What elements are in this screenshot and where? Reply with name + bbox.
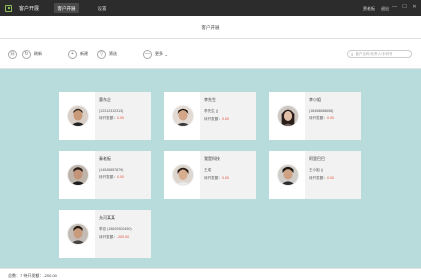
customer-photo <box>277 164 299 186</box>
customer-contact: 李总 (18629302450) <box>99 227 132 231</box>
customer-contact: 李先生 () <box>204 109 219 113</box>
amount-label: 待开发额： <box>99 235 117 239</box>
customer-amount: 待开发额：0.00 <box>309 116 357 121</box>
amount-label: 待开发额： <box>204 176 222 180</box>
plus-icon: + <box>68 49 77 59</box>
refresh-label: 刷新 <box>34 51 42 56</box>
app-logo-icon <box>5 4 12 12</box>
search-icon: ⌕ <box>351 51 354 57</box>
customer-contact: (18458658658) <box>309 109 334 113</box>
amount-value: 0.00 <box>116 116 124 120</box>
more-button[interactable]: — 更多 ⌄ <box>143 49 168 59</box>
customer-amount: 待开发额：0.00 <box>309 176 357 181</box>
app-title: 客户开展 <box>19 6 40 12</box>
customer-amount: 待开发额：-200.00 <box>99 235 147 240</box>
close-icon[interactable]: ✕ <box>410 3 419 12</box>
customer-info: 允河某某 李总 (18629302450) 待开发额：-200.00 <box>95 210 151 258</box>
customer-info: 我是科技 王成 待开发额：0.00 <box>200 151 256 199</box>
customer-contact: 王成 <box>204 168 212 172</box>
user-name[interactable]: 贾老板 <box>363 6 375 12</box>
tab-settings[interactable]: 设置 <box>94 3 110 13</box>
customer-name: 李先生 <box>204 97 216 102</box>
filter-icon: ▽ <box>97 49 106 59</box>
customer-name: 惠东企 <box>99 97 111 102</box>
customer-amount: 待开发额：0.00 <box>204 176 252 181</box>
customer-photo <box>67 164 89 186</box>
filter-button[interactable]: ▽ 筛选 <box>97 49 117 59</box>
minimize-icon[interactable]: — <box>390 3 399 12</box>
new-label: 新建 <box>80 51 88 56</box>
customer-name: 阿里巴巴 <box>309 156 325 161</box>
amount-label: 待开发额： <box>309 176 327 180</box>
customer-card[interactable]: 允河某某 李总 (18629302450) 待开发额：-200.00 <box>59 210 151 258</box>
top-bar: 客户开展 客户开展 设置 贾老板 退出 — ☐ ✕ <box>0 0 421 16</box>
customer-photo <box>67 223 89 245</box>
customer-name: 秦老板 <box>99 156 111 161</box>
collapse-icon: ⊟ <box>8 49 17 59</box>
chevron-down-icon: ⌄ <box>164 51 168 57</box>
more-label: 更多 <box>155 51 163 56</box>
amount-value: 0.00 <box>221 176 229 180</box>
collapse-button[interactable]: ⊟ <box>8 49 17 59</box>
customer-card[interactable]: 李小姐 (18458658658) 待开发额：0.00 <box>269 92 361 140</box>
customer-amount: 待开发额：0.00 <box>99 175 147 180</box>
tab-customer-dev[interactable]: 客户开展 <box>54 3 79 13</box>
customer-card[interactable]: 李先生 李先生 () 待开发额：0.00 <box>164 92 256 140</box>
search-input[interactable] <box>355 52 411 56</box>
search-box[interactable]: ⌕ <box>347 50 412 58</box>
page-title: 客户开展 <box>201 25 220 30</box>
amount-value: -200.00 <box>116 235 130 239</box>
customer-photo <box>277 105 299 127</box>
maximize-icon[interactable]: ☐ <box>400 3 409 12</box>
refresh-icon: ↻ <box>22 49 31 59</box>
page-header: 客户开展 <box>0 16 421 39</box>
logout-button[interactable]: 退出 <box>381 6 389 12</box>
customer-card[interactable]: 我是科技 王成 待开发额：0.00 <box>164 151 256 199</box>
customer-contact: 王小姐 () <box>309 168 324 172</box>
amount-value: 0.00 <box>221 117 229 121</box>
customer-name: 我是科技 <box>204 156 220 161</box>
toolbar: ⊟ ↻ 刷新 + 新建 ▽ 筛选 — 更多 ⌄ ⌕ <box>0 39 421 69</box>
customer-info: 秦老板 (14545657879) 待开发额：0.00 <box>95 151 151 199</box>
amount-value: 0.00 <box>116 175 124 179</box>
customer-info: 阿里巴巴 王小姐 () 待开发额：0.00 <box>305 151 361 199</box>
customer-contact: (12312312313) <box>99 109 124 113</box>
new-button[interactable]: + 新建 <box>68 49 88 59</box>
customer-amount: 待开发额：0.00 <box>99 116 147 121</box>
customer-name: 允河某某 <box>99 215 115 220</box>
refresh-button[interactable]: ↻ 刷新 <box>22 49 42 59</box>
customer-info: 惠东企 (12312312313) 待开发额：0.00 <box>95 92 151 140</box>
amount-label: 待开发额： <box>309 116 327 120</box>
customer-contact: (14545657879) <box>99 168 124 172</box>
amount-label: 待开发额： <box>99 116 117 120</box>
customer-photo <box>172 105 194 127</box>
amount-label: 待开发额： <box>99 175 117 179</box>
amount-label: 待开发额： <box>204 117 222 121</box>
customer-card[interactable]: 惠东企 (12312312313) 待开发额：0.00 <box>59 92 151 140</box>
customer-name: 李小姐 <box>309 97 321 102</box>
customer-card[interactable]: 秦老板 (14545657879) 待开发额：0.00 <box>59 151 151 199</box>
filter-label: 筛选 <box>109 51 117 56</box>
amount-value: 0.00 <box>326 176 334 180</box>
customer-photo <box>67 105 89 127</box>
amount-value: 0.00 <box>326 116 334 120</box>
customer-info: 李小姐 (18458658658) 待开发额：0.00 <box>305 92 361 140</box>
more-icon: — <box>143 49 152 59</box>
customer-amount: 待开发额：0.00 <box>204 117 252 122</box>
customer-card[interactable]: 阿里巴巴 王小姐 () 待开发额：0.00 <box>269 151 361 199</box>
footer-summary: 总数：7 待开发额：-200.00 <box>0 268 421 280</box>
customer-info: 李先生 李先生 () 待开发额：0.00 <box>200 92 256 140</box>
customer-photo <box>172 164 194 186</box>
